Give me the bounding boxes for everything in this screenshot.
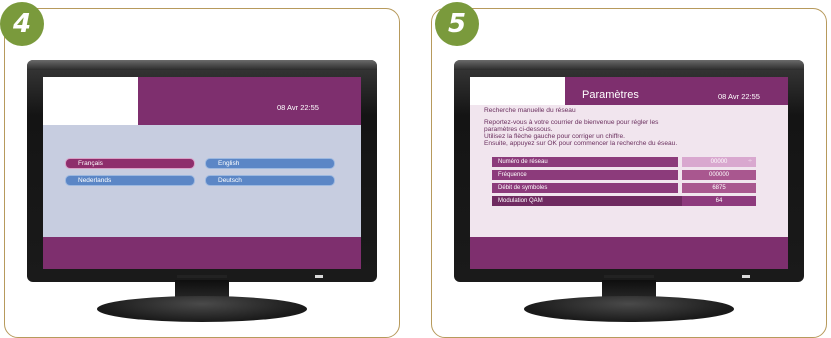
datetime: 08 Avr 22:55 — [277, 103, 319, 112]
language-label: Français — [78, 160, 103, 167]
tv-bezel-top — [27, 60, 377, 70]
speaker-grille — [604, 275, 654, 278]
datetime: 08 Avr 22:55 — [718, 92, 760, 101]
tv-4-screen: 08 Avr 22:55 Français English Nederlands… — [43, 77, 361, 269]
language-button-nederlands[interactable]: Nederlands — [65, 175, 195, 186]
instruction-line: paramètres ci-dessous. — [484, 126, 553, 133]
param-label-symbol-rate: Débit de symboles — [492, 183, 678, 193]
language-button-english[interactable]: English — [205, 158, 335, 169]
language-label: English — [218, 160, 240, 167]
language-menu: Français English Nederlands Deutsch — [43, 125, 361, 237]
param-value: 00000 — [710, 159, 728, 165]
logo-area — [43, 77, 138, 125]
param-input-frequency[interactable]: 000000 — [682, 170, 756, 180]
param-input-symbol-rate[interactable]: 6875 — [682, 183, 756, 193]
tv-4-stand-base — [97, 296, 307, 322]
language-label: Nederlands — [78, 177, 112, 184]
tv-5-stand-base — [524, 296, 734, 322]
language-button-deutsch[interactable]: Deutsch — [205, 175, 335, 186]
instruction-line: Ensuite, appuyez sur OK pour commencer l… — [484, 140, 678, 147]
instruction-line: Reportez-vous à votre courrier de bienve… — [484, 119, 659, 126]
param-value: 64 — [715, 198, 723, 204]
param-label-frequency: Fréquence — [492, 170, 678, 180]
tv-5: Paramètres 08 Avr 22:55 Recherche manuel… — [454, 60, 804, 282]
speaker-grille — [177, 275, 227, 278]
language-label: Deutsch — [218, 177, 242, 184]
power-led-icon — [315, 275, 323, 278]
subtitle: Recherche manuelle du réseau — [484, 107, 576, 114]
spinner-icon[interactable]: ÷ — [748, 157, 752, 167]
tv-4: 08 Avr 22:55 Français English Nederlands… — [27, 60, 377, 282]
step-5-badge: 5 — [435, 2, 479, 46]
instruction-line: Utilisez la flèche gauche pour corriger … — [484, 133, 625, 140]
power-led-icon — [742, 275, 750, 278]
footer-bar — [43, 237, 361, 269]
page-title: Paramètres — [582, 89, 639, 101]
param-input-network-number[interactable]: 00000 ÷ — [682, 157, 756, 167]
param-input-qam-modulation[interactable]: 64 — [682, 196, 756, 206]
language-button-francais[interactable]: Français — [65, 158, 195, 169]
param-label-network-number: Numéro de réseau — [492, 157, 678, 167]
step-4-badge: 4 — [0, 2, 44, 46]
footer-bar — [470, 237, 788, 269]
param-value: 6875 — [712, 185, 726, 191]
tv-5-screen: Paramètres 08 Avr 22:55 Recherche manuel… — [470, 77, 788, 269]
tv-bezel-top — [454, 60, 804, 70]
param-value: 000000 — [708, 172, 730, 178]
logo-area — [470, 77, 565, 105]
